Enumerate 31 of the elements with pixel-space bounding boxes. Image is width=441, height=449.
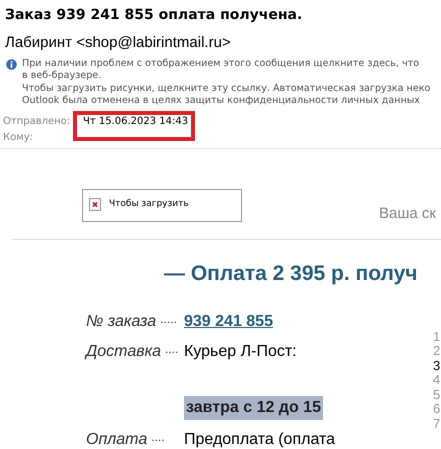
field-label: Отправлено:: [3, 115, 72, 129]
step-number: 1: [433, 330, 440, 344]
info-text[interactable]: При наличии проблем с отображением этого сообщения щелкните здесь, что: [22, 58, 430, 70]
placeholder-text: Чтобы загрузить: [109, 198, 189, 210]
leader-dots: ....: [165, 340, 178, 358]
step-number: 2: [433, 344, 440, 358]
row-label: Оплата: [86, 430, 148, 449]
step-number: 4: [433, 373, 440, 388]
row-value: Курьер Л-Пост:: [184, 342, 297, 362]
field-label: Кому:: [3, 131, 34, 145]
step-number: 5: [433, 388, 440, 402]
leader-dots: .....: [160, 310, 177, 328]
leader-dots: ....: [151, 428, 165, 446]
sender-address: Лабиринт <shop@labirintmail.ru>: [4, 33, 232, 53]
info-text[interactable]: в веб-браузере.: [22, 70, 430, 82]
payment-heading: — Оплата 2 395 р. получ: [163, 261, 418, 287]
info-text[interactable]: Чтобы загрузить рисунки, щелкните эту ссылку. Автоматическая загрузка неко: [22, 82, 430, 95]
step-number: 7: [433, 416, 440, 431]
delivery-time: завтра с 12 до 15: [184, 396, 323, 420]
row-label: Доставка: [86, 342, 162, 362]
info-text[interactable]: Outlook была отменена в целях защиты конфиденциальности личных данных: [22, 95, 430, 108]
sent-date: Чт 15.06.2023 14:43: [83, 115, 188, 129]
greeting-text: Ваша ск: [379, 204, 436, 224]
info-icon: [6, 58, 17, 70]
row-label: № заказа: [86, 312, 156, 332]
step-number: 6: [433, 402, 440, 416]
broken-image-icon: [89, 198, 101, 210]
row-value: Предоплата (оплата: [184, 430, 336, 449]
email-subject: Заказ 939 241 855 оплата получена.: [4, 6, 304, 25]
order-link[interactable]: 939 241 855: [184, 310, 273, 334]
step-number: 3: [433, 358, 440, 373]
